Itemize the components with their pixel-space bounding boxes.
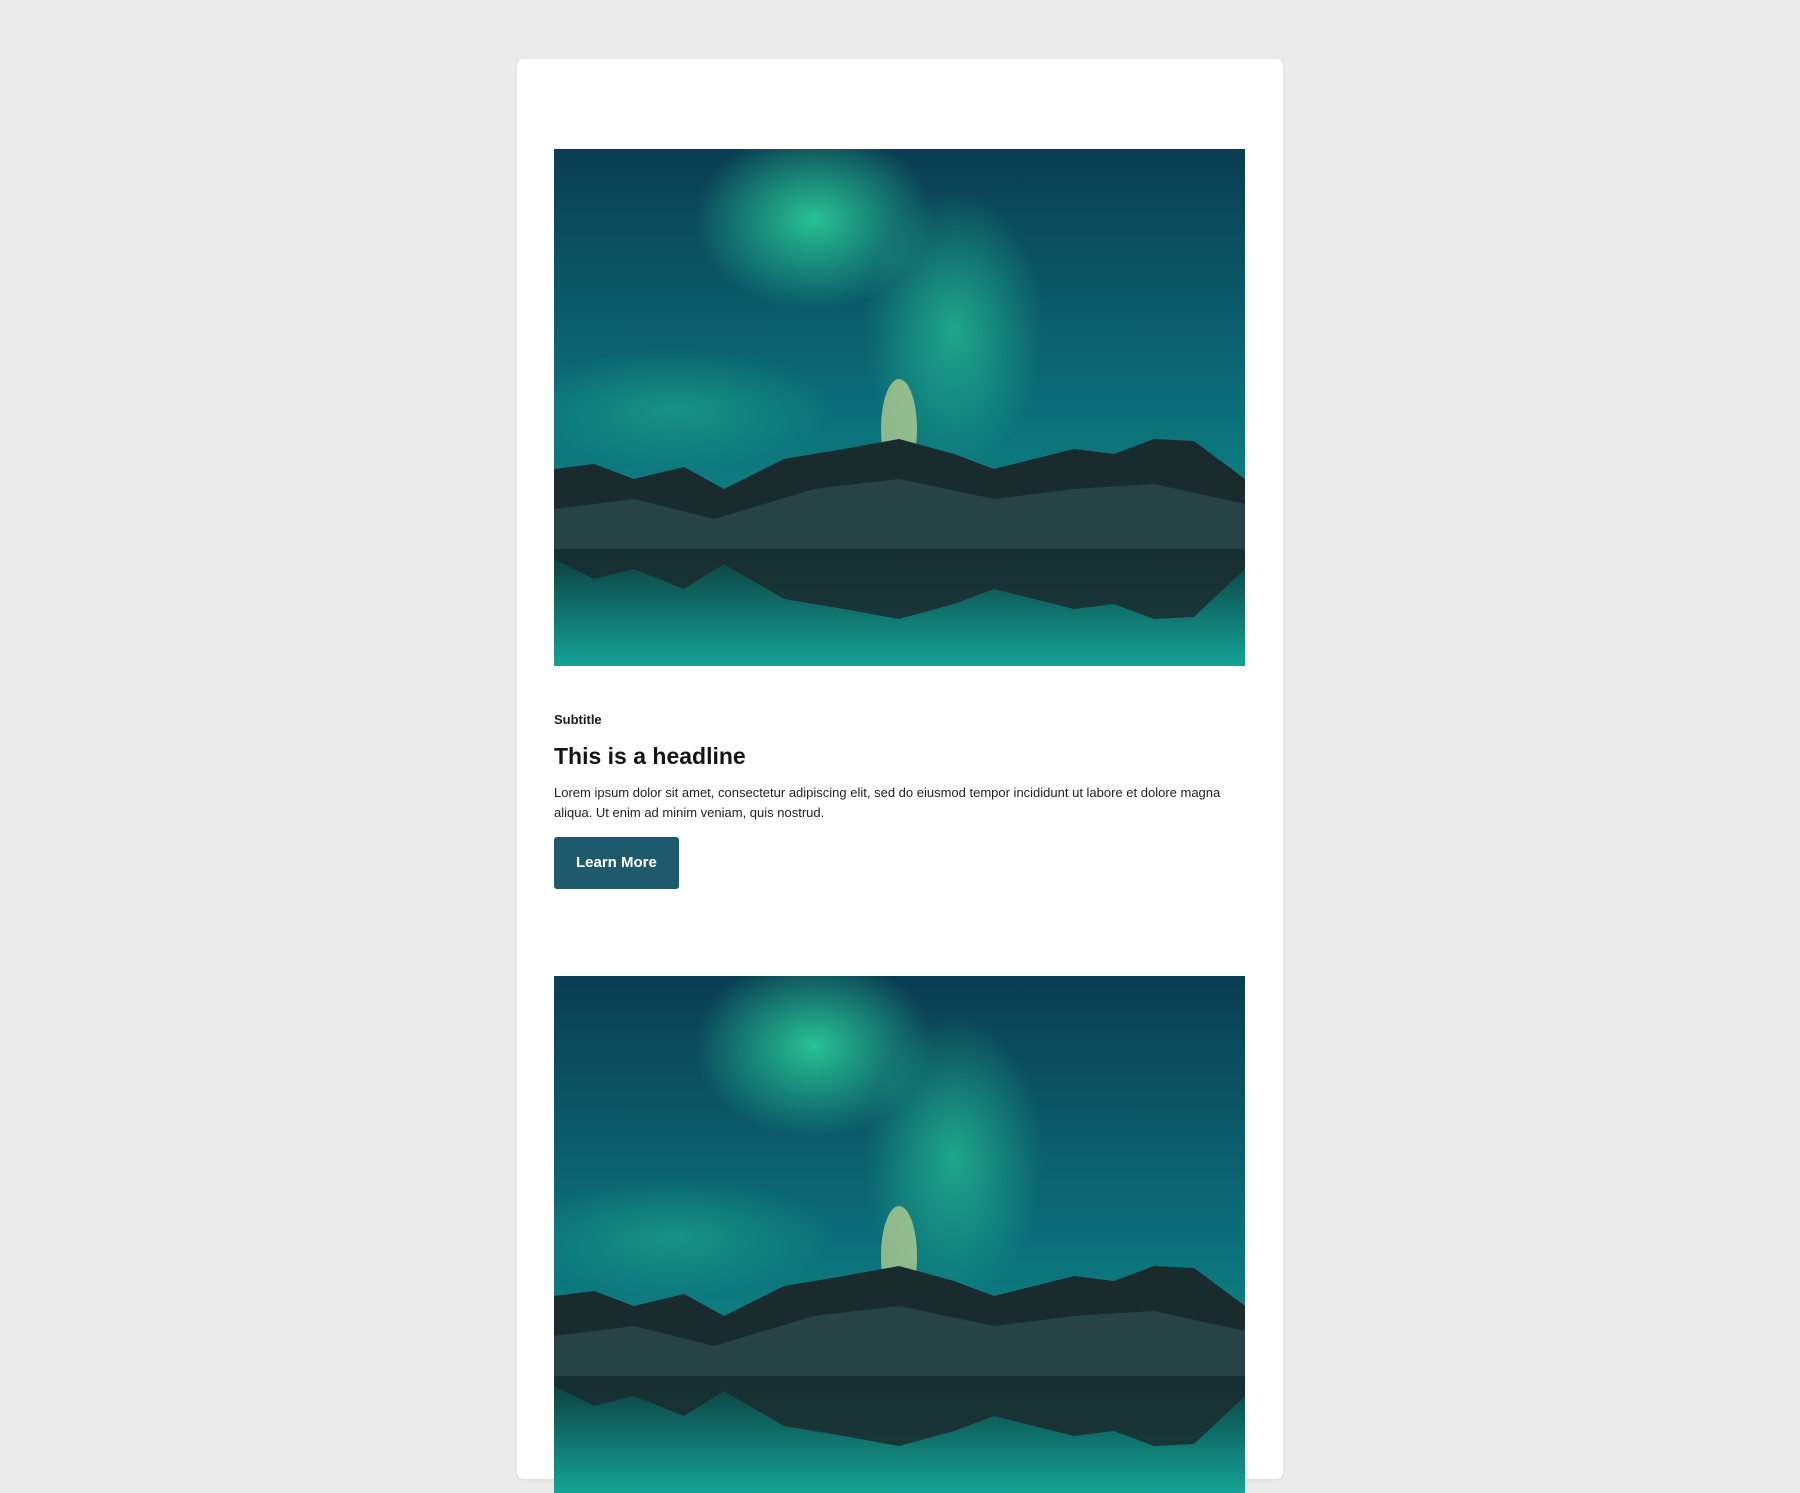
- hero-image: [554, 149, 1245, 666]
- aurora-mountain-lake-image: [554, 976, 1245, 1493]
- body-text: Lorem ipsum dolor sit amet, consectetur …: [554, 785, 1221, 820]
- headline: This is a headline: [554, 743, 746, 769]
- subtitle: Subtitle: [554, 712, 602, 727]
- hero-image: [554, 976, 1245, 1493]
- email-card: Subtitle This is a headline Lorem ipsum …: [517, 59, 1283, 1493]
- learn-more-button[interactable]: Learn More: [554, 837, 679, 889]
- content-block: [554, 976, 1245, 1493]
- content-block: Subtitle This is a headline Lorem ipsum …: [554, 149, 1245, 889]
- aurora-mountain-lake-image: [554, 149, 1245, 666]
